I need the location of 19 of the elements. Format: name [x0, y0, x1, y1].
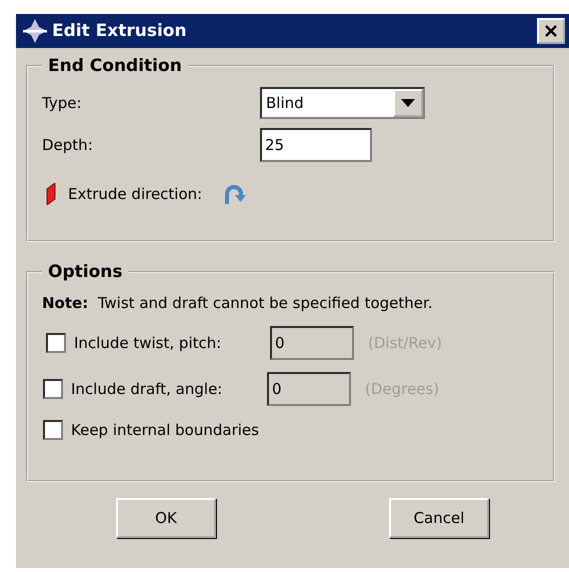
type-label: Type:	[42, 94, 83, 112]
app-icon	[22, 18, 48, 44]
close-button[interactable]	[537, 18, 565, 44]
direction-label: Extrude direction:	[68, 185, 202, 203]
checkbox-label: Include draft, angle:	[71, 380, 224, 398]
note-text: Note: Twist and draft cannot be specified together.	[42, 294, 434, 312]
face-icon	[46, 183, 56, 205]
dialog-button[interactable]: Cancel	[389, 498, 489, 538]
depth-field[interactable]: 25	[260, 128, 372, 162]
group-title: End Condition	[47, 56, 183, 76]
depth-label: Depth:	[42, 136, 94, 154]
checkbox-label: Keep internal boundaries	[71, 421, 259, 439]
close-icon	[544, 24, 558, 38]
checkbox-label: Include twist, pitch:	[74, 334, 222, 352]
type-dropdown[interactable]: Blind	[260, 87, 425, 119]
checkbox[interactable]	[43, 420, 63, 440]
window-title: Edit Extrusion	[52, 21, 188, 41]
group-title: Options	[47, 262, 124, 282]
dialog-button[interactable]: OK	[116, 498, 216, 538]
